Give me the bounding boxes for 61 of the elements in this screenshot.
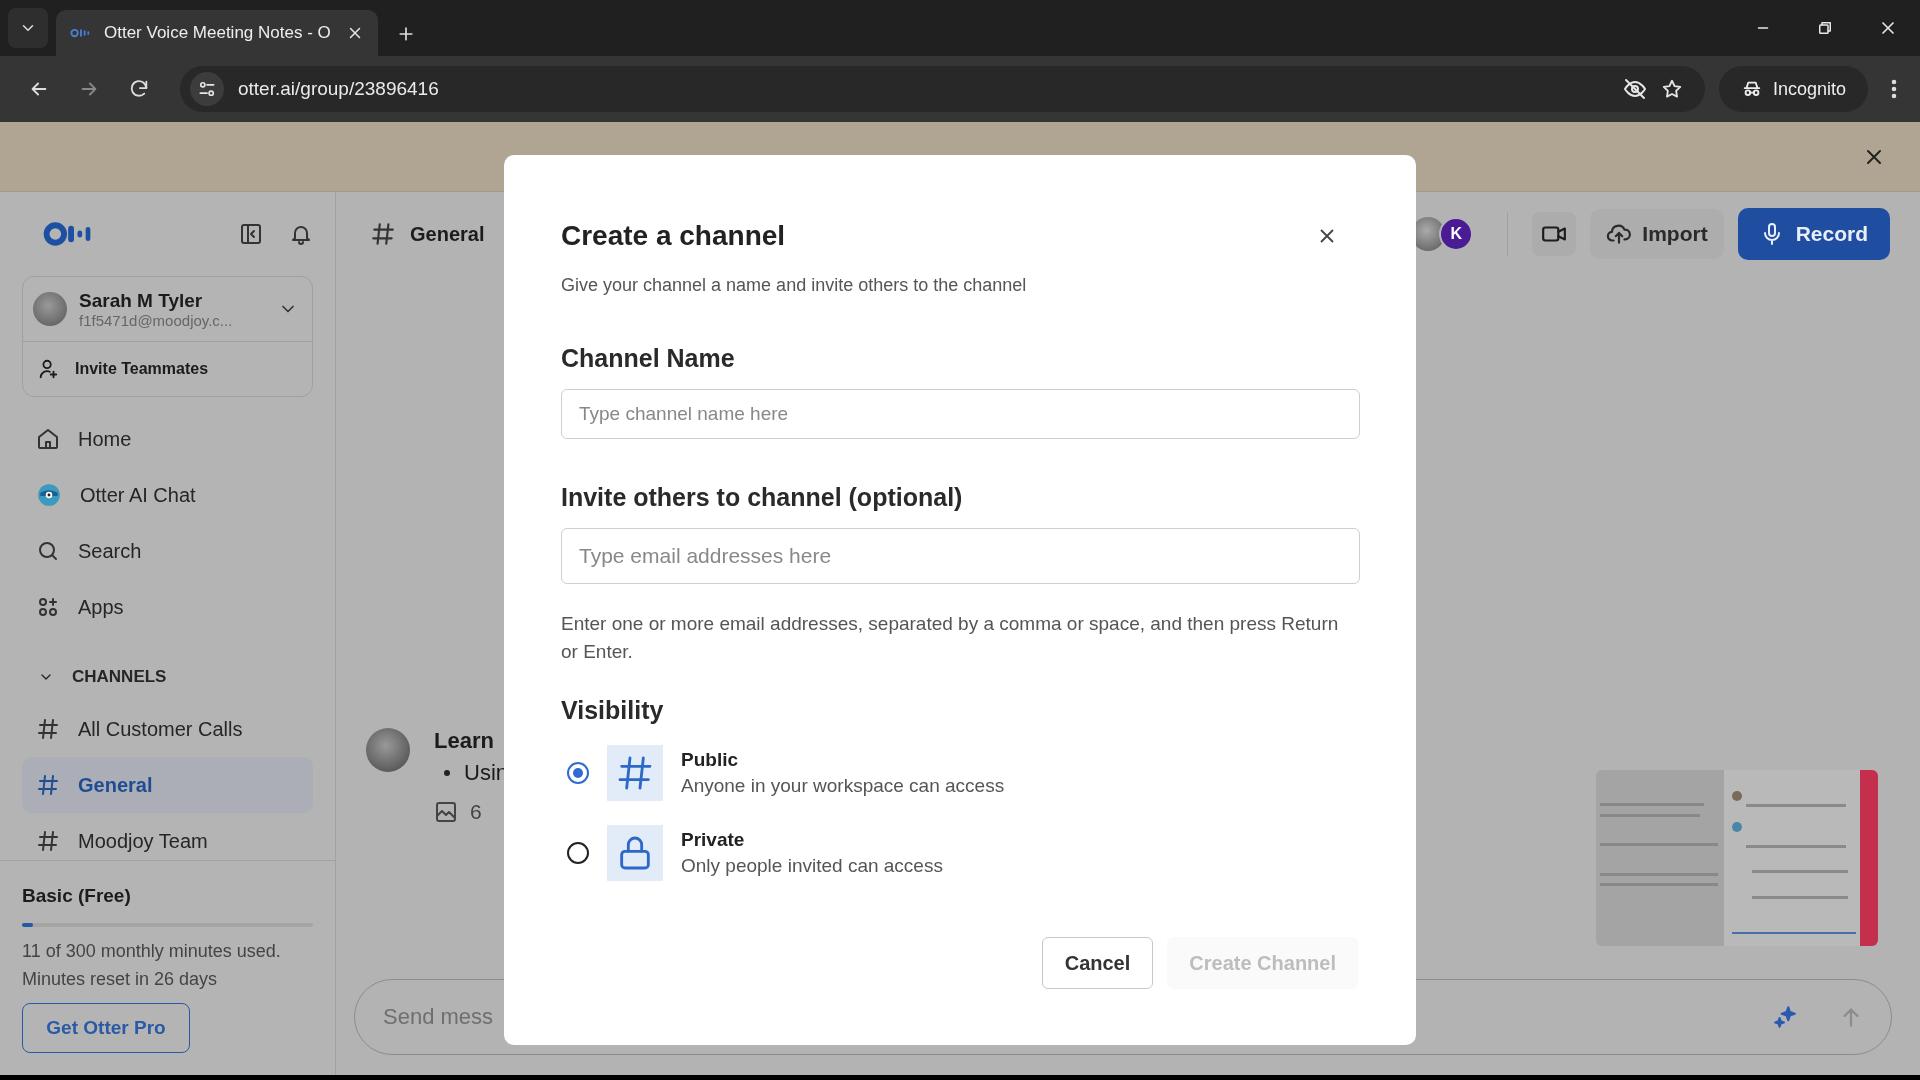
video-button[interactable] [1532, 212, 1577, 256]
radio-button[interactable] [567, 842, 589, 864]
star-icon[interactable] [1660, 78, 1683, 100]
option-description: Anyone in your workspace can access [681, 775, 1005, 797]
option-description: Only people invited can access [681, 855, 943, 877]
hash-icon [36, 829, 60, 853]
collapse-sidebar-icon[interactable] [239, 222, 263, 246]
add-user-icon [37, 358, 59, 380]
field-label: Visibility [561, 696, 665, 725]
radio-button[interactable] [567, 762, 589, 784]
url-text: otter.ai/group/23896416 [238, 78, 440, 100]
reload-icon[interactable] [128, 78, 150, 100]
search-icon [36, 539, 60, 563]
invite-teammates-button[interactable]: Invite Teammates [23, 342, 312, 396]
incognito-button[interactable]: Incognito [1718, 66, 1868, 112]
channel-item[interactable]: All Customer Calls [22, 701, 313, 757]
home-icon [36, 427, 60, 451]
avatar [366, 728, 410, 772]
import-button[interactable]: Import [1590, 209, 1724, 259]
option-title: Private [681, 829, 746, 851]
record-button[interactable]: Record [1737, 208, 1890, 260]
hash-icon [36, 717, 60, 741]
field-label: Channel Name [561, 344, 736, 373]
user-name: Sarah M Tyler [79, 289, 204, 312]
bullet-icon [444, 770, 450, 776]
dialog-subtitle: Give your channel a name and invite others to the channel [561, 275, 1028, 296]
hash-icon [370, 221, 396, 247]
cancel-button[interactable]: Cancel [1041, 937, 1154, 989]
restore-icon[interactable] [1816, 19, 1834, 37]
channel-name-field[interactable]: Type channel name here [561, 389, 1360, 439]
field-label: Invite others to channel (optional) [561, 483, 964, 512]
nav-item[interactable]: Otter AI Chat [22, 467, 313, 523]
nav-item[interactable]: Home [22, 411, 313, 467]
channel-item[interactable]: Moodjoy Team [22, 813, 313, 860]
nav-item[interactable]: Search [22, 523, 313, 579]
eye-off-icon[interactable] [1622, 77, 1647, 101]
email-field[interactable]: Type email addresses here [561, 528, 1360, 584]
plan-name: Basic (Free) [22, 885, 132, 907]
section-heading: CHANNELS [72, 667, 167, 687]
dialog-title: Create a channel [561, 220, 786, 252]
channel-item[interactable]: General [22, 757, 313, 813]
tab-title: Otter Voice Meeting Notes - O [104, 23, 332, 43]
help-text: Enter one or more email addresses, separated by a comma or space, and then press Return or Enter. [561, 612, 1340, 664]
reset-text: Minutes reset in 26 days [22, 968, 219, 991]
site-settings-icon[interactable] [197, 79, 217, 99]
image-icon [434, 800, 458, 824]
usage-text: 11 of 300 monthly minutes used. [22, 940, 282, 963]
avatar: K [1439, 217, 1474, 251]
channel-title: General [410, 222, 485, 246]
address-bar[interactable]: otter.ai/group/23896416 [180, 66, 1705, 112]
avatar [33, 292, 67, 326]
image-count: 6 [470, 800, 482, 824]
user-email: f1f5471d@moodjoy.c... [79, 311, 234, 329]
message-title: Learn [434, 728, 495, 754]
hash-icon [36, 773, 60, 797]
browser-tab[interactable]: Otter Voice Meeting Notes - O [56, 10, 378, 56]
apps-icon [36, 595, 60, 619]
chat-bot-icon [36, 482, 62, 508]
sparkle-icon[interactable] [1772, 1004, 1798, 1030]
option-title: Public [681, 749, 739, 771]
nav-item[interactable]: Apps [22, 579, 313, 635]
